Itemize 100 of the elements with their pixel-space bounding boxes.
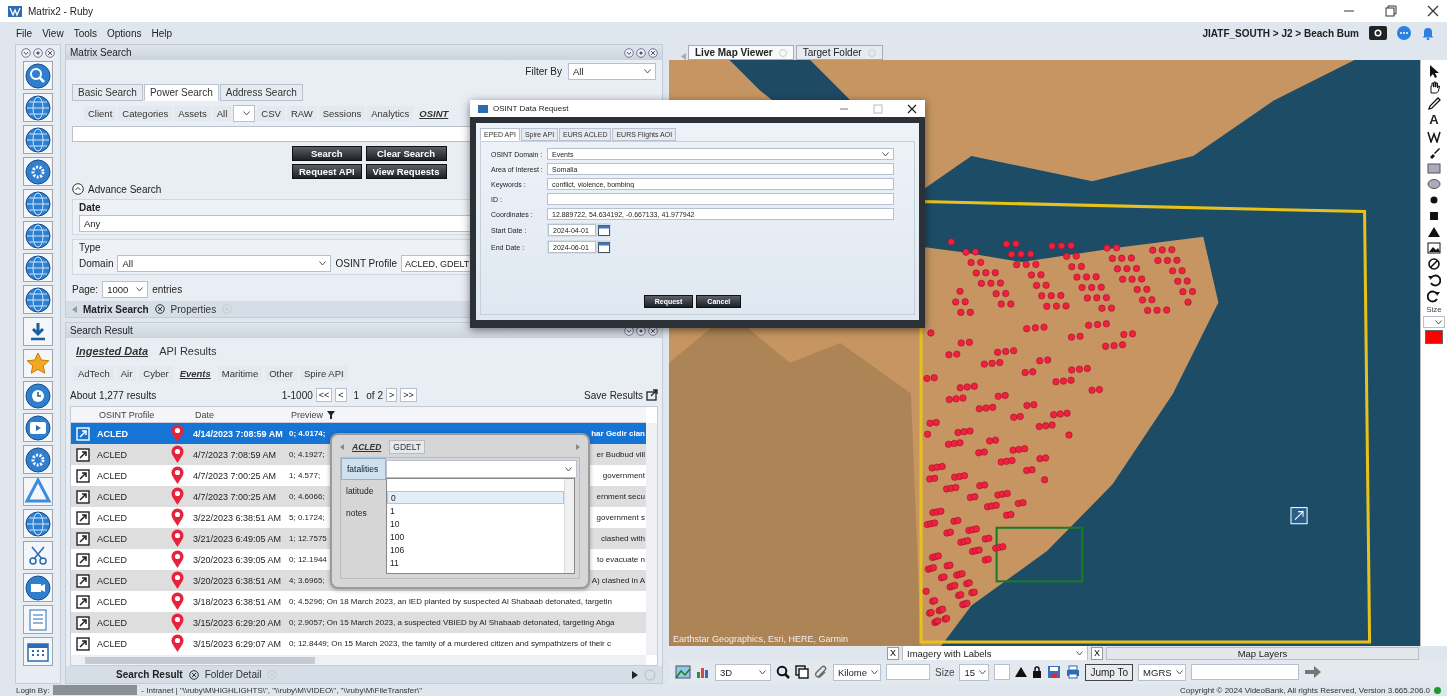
scissors-button[interactable] bbox=[23, 541, 53, 570]
external-link-icon[interactable] bbox=[76, 573, 90, 588]
category-tab[interactable]: All bbox=[212, 106, 232, 121]
horizontal-scrollbar[interactable] bbox=[71, 655, 646, 665]
action-button[interactable]: Search bbox=[292, 146, 362, 161]
vertical-scrollbar[interactable] bbox=[564, 479, 574, 573]
hand-icon[interactable] bbox=[1427, 80, 1441, 94]
mountain-icon[interactable] bbox=[1015, 667, 1028, 677]
calendar-icon[interactable] bbox=[598, 224, 610, 236]
view-mode-dropdown[interactable]: 3D bbox=[715, 663, 771, 681]
type-tab[interactable]: AdTech bbox=[74, 366, 114, 381]
image-icon[interactable] bbox=[1427, 241, 1441, 255]
rectangle-icon[interactable] bbox=[1427, 161, 1441, 175]
map-pin-icon[interactable] bbox=[171, 634, 184, 653]
close-icon[interactable] bbox=[907, 103, 917, 114]
map-tab[interactable]: Target Folder bbox=[795, 45, 883, 60]
caret-icon[interactable] bbox=[136, 287, 144, 292]
domain-dropdown[interactable]: All bbox=[117, 255, 332, 272]
square-icon[interactable] bbox=[1427, 209, 1441, 223]
map-pin-icon[interactable] bbox=[171, 550, 184, 569]
external-link-icon[interactable] bbox=[76, 531, 90, 546]
advance-search-toggle[interactable]: Advance Search bbox=[88, 183, 162, 195]
close-icon[interactable] bbox=[154, 304, 165, 314]
profile-cell[interactable]: ACLED bbox=[95, 554, 171, 565]
profile-cell[interactable]: ACLED bbox=[95, 596, 171, 607]
lock-icon[interactable] bbox=[1032, 666, 1043, 678]
search-tab[interactable]: Basic Search bbox=[72, 84, 143, 101]
external-link-icon[interactable] bbox=[76, 489, 90, 504]
globe-button[interactable] bbox=[23, 93, 53, 122]
menu-item[interactable]: File bbox=[16, 27, 33, 39]
camera-icon[interactable] bbox=[1369, 26, 1387, 40]
profile-cell[interactable]: ACLED bbox=[95, 428, 171, 439]
profile-cell[interactable]: ACLED bbox=[95, 491, 171, 502]
triangle-icon[interactable] bbox=[1427, 225, 1441, 239]
globe-button[interactable] bbox=[23, 221, 53, 250]
menu-item[interactable]: View bbox=[42, 27, 64, 39]
category-tab[interactable]: Client bbox=[84, 106, 117, 121]
dropdown-option[interactable]: 0 bbox=[387, 491, 564, 504]
close-icon[interactable] bbox=[45, 48, 55, 58]
pager-button[interactable]: > bbox=[386, 388, 398, 402]
ellipse-icon[interactable] bbox=[1427, 177, 1441, 191]
calendar-icon[interactable] bbox=[598, 241, 610, 253]
globe-button[interactable] bbox=[23, 125, 53, 154]
undo-icon[interactable] bbox=[1427, 273, 1441, 287]
map-pin-icon[interactable] bbox=[171, 424, 184, 443]
caret-icon[interactable] bbox=[871, 669, 879, 675]
distance-field[interactable] bbox=[886, 664, 930, 680]
pager-button[interactable]: << bbox=[315, 388, 333, 402]
caret-icon[interactable] bbox=[759, 669, 766, 675]
bar-chart-icon[interactable] bbox=[696, 665, 710, 679]
calendar-button[interactable] bbox=[23, 637, 53, 666]
type-tab[interactable]: Spire API bbox=[300, 366, 348, 381]
map-pin-icon[interactable] bbox=[171, 508, 184, 527]
action-button[interactable]: Request API bbox=[292, 164, 362, 179]
restore-icon[interactable] bbox=[1385, 5, 1397, 17]
profile-cell[interactable]: ACLED bbox=[95, 512, 171, 523]
external-link-icon[interactable] bbox=[76, 636, 90, 651]
clock-button[interactable] bbox=[23, 381, 53, 410]
category-tab[interactable]: OSINT bbox=[415, 106, 453, 121]
text-field[interactable] bbox=[994, 664, 1011, 680]
map-layers-icon[interactable] bbox=[675, 665, 691, 679]
caret-icon[interactable] bbox=[979, 669, 987, 675]
source-tab[interactable]: Ingested Data bbox=[72, 342, 153, 359]
column-header[interactable]: Preview bbox=[291, 409, 323, 420]
profile-cell[interactable]: ACLED bbox=[95, 638, 171, 649]
text-field[interactable] bbox=[547, 193, 894, 205]
map-layers-bar[interactable]: Map Layers bbox=[1106, 646, 1419, 660]
type-tab[interactable]: Events bbox=[175, 366, 215, 381]
globe-button[interactable] bbox=[23, 509, 53, 538]
caret-icon[interactable] bbox=[1435, 319, 1442, 325]
save-icon[interactable] bbox=[1047, 665, 1062, 679]
caret-icon[interactable] bbox=[1175, 669, 1183, 675]
globe-button[interactable] bbox=[23, 253, 53, 282]
profile-tab[interactable]: ACLED bbox=[348, 440, 386, 454]
type-tab[interactable]: Air bbox=[116, 366, 137, 381]
source-tab[interactable]: API Results bbox=[155, 342, 221, 359]
globe-button[interactable] bbox=[23, 189, 53, 218]
caret-icon[interactable] bbox=[882, 151, 889, 157]
dropdown-option[interactable]: 106 bbox=[387, 543, 564, 556]
filter-dropdown[interactable]: All bbox=[568, 63, 656, 80]
map-pin-icon[interactable] bbox=[171, 613, 184, 632]
menu-item[interactable]: Options bbox=[107, 27, 142, 39]
prohibited-icon[interactable] bbox=[1427, 257, 1441, 271]
pin-icon[interactable] bbox=[636, 47, 646, 58]
profile-cell[interactable]: ACLED bbox=[95, 449, 171, 460]
caret-icon[interactable] bbox=[565, 466, 572, 472]
profile-tab[interactable]: GDELT bbox=[389, 440, 425, 454]
profile-cell[interactable]: ACLED bbox=[95, 533, 171, 544]
dropdown-option[interactable]: 10 bbox=[387, 517, 564, 530]
caret-icon[interactable] bbox=[644, 69, 651, 74]
external-link-icon[interactable] bbox=[76, 447, 90, 462]
search-tab[interactable]: Address Search bbox=[219, 84, 303, 101]
export-icon[interactable] bbox=[646, 389, 658, 401]
category-tab[interactable]: RAW bbox=[286, 106, 317, 121]
size-dropdown[interactable]: 15 bbox=[959, 663, 990, 681]
close-icon[interactable] bbox=[648, 47, 658, 58]
category-tab[interactable]: CSV bbox=[257, 106, 285, 121]
type-tab[interactable]: Other bbox=[265, 366, 297, 381]
download-button[interactable] bbox=[23, 317, 53, 346]
caret-icon[interactable] bbox=[1076, 650, 1083, 656]
